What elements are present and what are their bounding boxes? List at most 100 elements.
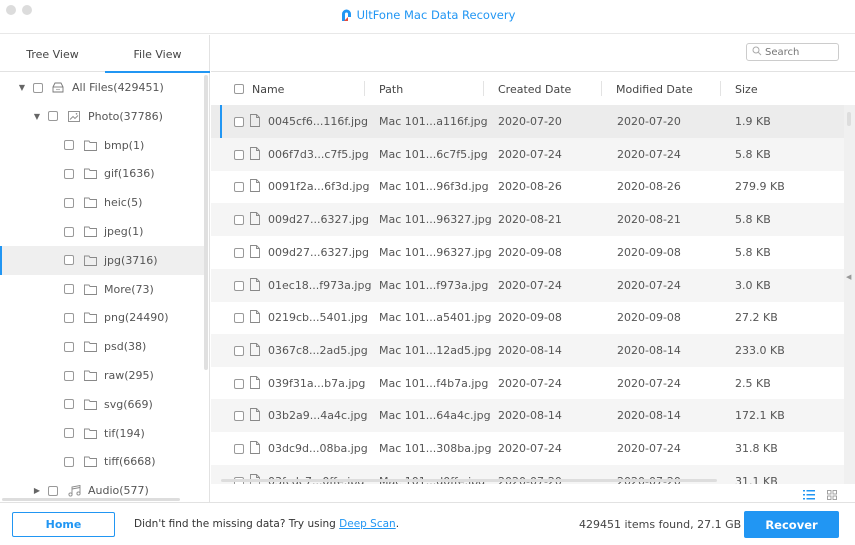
tree-item-label: psd(38) bbox=[104, 340, 147, 354]
column-divider[interactable] bbox=[483, 81, 484, 96]
tree-item[interactable]: psd(38) bbox=[0, 332, 205, 361]
row-checkbox[interactable] bbox=[234, 345, 244, 356]
cell-modified-date: 2020-08-26 bbox=[617, 180, 681, 194]
tree-item[interactable]: More(73) bbox=[0, 275, 205, 304]
tree-item-checkbox[interactable] bbox=[64, 341, 74, 352]
column-divider[interactable] bbox=[720, 81, 721, 96]
toolbar bbox=[211, 35, 855, 72]
tree-item-label: All Files(429451) bbox=[72, 81, 164, 94]
cell-size: 31.8 KB bbox=[735, 442, 778, 455]
tree-item-checkbox[interactable] bbox=[33, 82, 43, 93]
table-row[interactable]: 009d27...6327.jpg Mac 101...96327.jpg 2020… bbox=[211, 236, 844, 269]
tree-item-checkbox[interactable] bbox=[48, 111, 58, 122]
table-row[interactable]: 0219cb...5401.jpg Mac 101...a5401.jpg 2020… bbox=[211, 301, 844, 334]
ultfone-logo-icon bbox=[340, 8, 353, 25]
footer-bar: Home Didn't find the missing data? Try u… bbox=[0, 502, 855, 545]
row-checkbox[interactable] bbox=[234, 182, 244, 193]
cell-name: 006f7d3...c7f5.jpg bbox=[268, 147, 369, 161]
tree-vertical-scrollbar[interactable] bbox=[204, 75, 208, 370]
tree-item[interactable]: ▼ All Files(429451) bbox=[0, 73, 205, 102]
table-row[interactable]: 0367c8...2ad5.jpg Mac 101...12ad5.jpg 2020… bbox=[211, 333, 844, 367]
row-checkbox[interactable] bbox=[234, 117, 244, 127]
table-row[interactable]: 01ec18...f973a.jpg Mac 101...f973a.jpg 202… bbox=[211, 268, 844, 302]
home-button[interactable]: Home bbox=[12, 512, 115, 537]
tree-item-checkbox[interactable] bbox=[64, 456, 74, 467]
select-all-checkbox[interactable] bbox=[234, 84, 244, 94]
tree-item[interactable]: heic(5) bbox=[0, 188, 205, 217]
tree-item[interactable]: raw(295) bbox=[0, 361, 205, 390]
tree-item-checkbox[interactable] bbox=[64, 428, 74, 439]
table-row[interactable]: 0091f2a...6f3d.jpg Mac 101...96f3d.jpg 202… bbox=[211, 170, 844, 203]
tree-item-checkbox[interactable] bbox=[64, 255, 74, 266]
cell-created-date: 2020-07-20 bbox=[498, 115, 562, 128]
tree-item-checkbox[interactable] bbox=[64, 370, 74, 381]
caret-down-icon[interactable]: ▼ bbox=[32, 112, 42, 121]
caret-down-icon[interactable]: ▼ bbox=[17, 83, 27, 92]
tree-item-checkbox[interactable] bbox=[64, 399, 74, 410]
tree-horizontal-scrollbar[interactable] bbox=[2, 498, 180, 501]
scrollbar-thumb[interactable] bbox=[847, 112, 851, 126]
row-checkbox[interactable] bbox=[234, 444, 244, 454]
column-header-modified-date[interactable]: Modified Date bbox=[616, 83, 693, 96]
file-list-panel: Name Path Created Date Modified Date Siz… bbox=[211, 35, 855, 502]
cell-size: 1.9 KB bbox=[735, 115, 771, 128]
tree-item[interactable]: tiff(6668) bbox=[0, 447, 205, 476]
tree-item[interactable]: gif(1636) bbox=[0, 159, 205, 188]
cell-name: 03b2a9...4a4c.jpg bbox=[268, 409, 368, 423]
row-checkbox[interactable] bbox=[234, 280, 244, 291]
table-row[interactable]: 039f31a...b7a.jpg Mac 101...f4b7a.jpg 2020… bbox=[211, 367, 844, 400]
tree-item[interactable]: png(24490) bbox=[0, 303, 205, 332]
row-checkbox[interactable] bbox=[234, 247, 244, 258]
table-horizontal-scrollbar[interactable] bbox=[221, 479, 717, 482]
row-checkbox[interactable] bbox=[234, 215, 244, 226]
tree-item[interactable]: tif(194) bbox=[0, 419, 205, 448]
tree-item-checkbox[interactable] bbox=[48, 485, 58, 496]
row-checkbox[interactable] bbox=[234, 378, 244, 389]
tree-item-checkbox[interactable] bbox=[64, 168, 74, 179]
row-checkbox[interactable] bbox=[234, 313, 244, 324]
row-checkbox[interactable] bbox=[234, 149, 244, 160]
file-tree: ▼ All Files(429451) ▼ Photo(37786) bmp(1) gif… bbox=[0, 73, 209, 502]
tree-item[interactable]: jpg(3716) bbox=[0, 245, 205, 275]
tree-item[interactable]: bmp(1) bbox=[0, 131, 205, 160]
recover-button[interactable]: Recover bbox=[744, 511, 839, 538]
search-box[interactable] bbox=[746, 43, 839, 61]
tree-item[interactable]: svg(669) bbox=[0, 390, 205, 419]
cell-size: 279.9 KB bbox=[735, 180, 785, 194]
table-row[interactable]: 0045cf6...116f.jpg Mac 101...a116f.jpg 202… bbox=[211, 105, 844, 138]
column-header-name[interactable]: Name bbox=[252, 83, 284, 96]
tab-file-view[interactable]: File View bbox=[105, 35, 210, 73]
cell-path: Mac 101...a116f.jpg bbox=[379, 115, 488, 128]
search-input[interactable] bbox=[765, 46, 835, 58]
file-icon bbox=[250, 179, 260, 195]
tree-item[interactable]: jpeg(1) bbox=[0, 217, 205, 246]
tree-item-checkbox[interactable] bbox=[64, 140, 74, 151]
table-row[interactable]: 009d27...6327.jpg Mac 101...96327.jpg 2020… bbox=[211, 203, 844, 237]
cell-modified-date: 2020-07-24 bbox=[617, 376, 681, 390]
tree-item-checkbox[interactable] bbox=[64, 312, 74, 323]
caret-right-icon[interactable]: ▶ bbox=[32, 486, 42, 495]
cell-modified-date: 2020-07-24 bbox=[617, 278, 681, 292]
tree-item-checkbox[interactable] bbox=[64, 226, 74, 237]
table-row[interactable]: 03dc9d...08ba.jpg Mac 101...308ba.jpg 2020… bbox=[211, 432, 844, 465]
cell-created-date: 2020-09-08 bbox=[498, 245, 562, 259]
tree-item-checkbox[interactable] bbox=[64, 284, 74, 295]
column-divider[interactable] bbox=[364, 81, 365, 96]
cell-name: 03dc9d...08ba.jpg bbox=[268, 442, 368, 455]
tree-item[interactable]: ▼ Photo(37786) bbox=[0, 102, 205, 131]
collapse-panel-arrow-icon[interactable]: ◀ bbox=[846, 273, 851, 281]
row-checkbox[interactable] bbox=[234, 411, 244, 422]
tree-item-label: jpeg(1) bbox=[104, 225, 144, 238]
table-row[interactable]: 03b2a9...4a4c.jpg Mac 101...64a4c.jpg 2020… bbox=[211, 399, 844, 433]
column-header-size[interactable]: Size bbox=[735, 83, 758, 96]
cell-path: Mac 101...96f3d.jpg bbox=[379, 180, 489, 194]
column-divider[interactable] bbox=[601, 81, 602, 96]
table-row[interactable]: 006f7d3...c7f5.jpg Mac 101...6c7f5.jpg 202… bbox=[211, 137, 844, 171]
table-vertical-scrollbar[interactable] bbox=[844, 105, 855, 484]
column-header-created-date[interactable]: Created Date bbox=[498, 83, 571, 96]
tree-item-checkbox[interactable] bbox=[64, 197, 74, 208]
file-icon bbox=[250, 114, 260, 130]
deep-scan-link[interactable]: Deep Scan bbox=[339, 518, 396, 530]
column-header-path[interactable]: Path bbox=[379, 83, 403, 96]
tab-tree-view[interactable]: Tree View bbox=[0, 35, 105, 72]
